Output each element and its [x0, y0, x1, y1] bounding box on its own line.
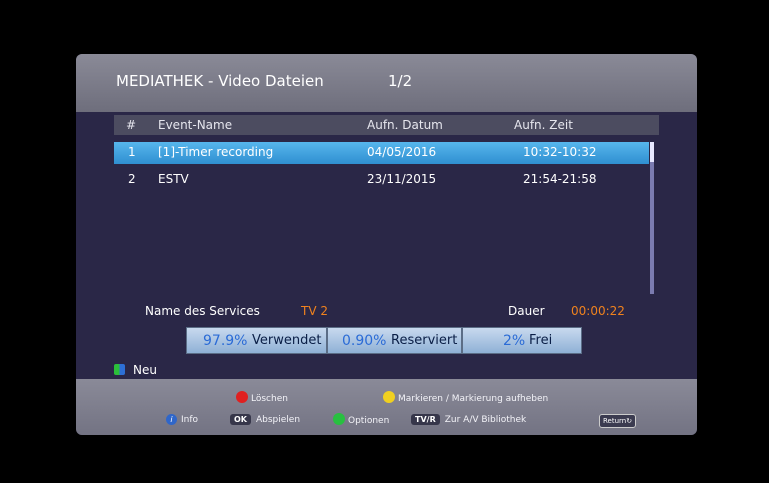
- free-percent: 2%: [503, 333, 526, 349]
- new-action[interactable]: Neu: [114, 363, 157, 377]
- col-date: Aufn. Datum: [367, 118, 443, 132]
- row-time: 10:32-10:32: [523, 145, 597, 159]
- green-button-icon: [333, 413, 345, 425]
- row-num: 2: [128, 172, 136, 186]
- row-date: 04/05/2016: [367, 145, 437, 159]
- reserved-percent: 0.90%: [342, 333, 387, 349]
- mark-hint[interactable]: Markieren / Markierung aufheben: [383, 391, 548, 404]
- return-key-label: Return: [603, 417, 627, 425]
- footer-bar: Löschen Markieren / Markierung aufheben …: [76, 379, 697, 435]
- row-num: 1: [128, 145, 136, 159]
- yellow-button-icon: [383, 391, 395, 403]
- new-label: Neu: [133, 363, 157, 377]
- delete-hint[interactable]: Löschen: [236, 391, 288, 404]
- table-row[interactable]: 1 [1]-Timer recording 04/05/2016 10:32-1…: [114, 142, 649, 164]
- used-percent: 97.9%: [203, 333, 248, 349]
- media-library-window: MEDIATHEK - Video Dateien 1/2 # Event-Na…: [76, 54, 697, 435]
- reserved-label: Reserviert: [391, 333, 458, 348]
- header-bar: MEDIATHEK - Video Dateien 1/2: [76, 54, 697, 112]
- info-label: Info: [181, 415, 199, 425]
- row-event-name: ESTV: [158, 172, 189, 186]
- tvr-key-icon: TV/R: [411, 414, 440, 425]
- library-label: Zur A/V Bibliothek: [444, 415, 527, 425]
- col-num: #: [126, 118, 137, 132]
- red-button-icon: [236, 391, 248, 403]
- free-label: Frei: [529, 333, 553, 348]
- duration-label: Dauer: [508, 304, 545, 318]
- duration-value: 00:00:22: [571, 304, 625, 318]
- return-key-icon: Return↻: [599, 414, 637, 428]
- col-event-name: Event-Name: [158, 118, 233, 132]
- mark-label: Markieren / Markierung aufheben: [398, 394, 549, 404]
- row-date: 23/11/2015: [367, 172, 437, 186]
- options-hint[interactable]: Optionen: [333, 413, 389, 426]
- storage-reserved: 0.90% Reserviert: [327, 327, 462, 354]
- storage-free: 2% Frei: [462, 327, 582, 354]
- color-keys-icon: [114, 364, 125, 375]
- delete-label: Löschen: [251, 394, 288, 404]
- info-icon: i: [166, 414, 177, 425]
- used-label: Verwendet: [252, 333, 322, 348]
- page-indicator: 1/2: [388, 72, 413, 90]
- row-event-name: [1]-Timer recording: [158, 145, 274, 159]
- library-hint[interactable]: TV/R Zur A/V Bibliothek: [411, 414, 526, 425]
- service-value: TV 2: [301, 304, 328, 318]
- scrollbar[interactable]: [650, 142, 654, 294]
- page-title: MEDIATHEK - Video Dateien: [116, 72, 324, 90]
- options-label: Optionen: [348, 416, 390, 426]
- storage-bar: 97.9% Verwendet 0.90% Reserviert 2% Frei: [186, 327, 582, 354]
- table-row[interactable]: 2 ESTV 23/11/2015 21:54-21:58: [114, 169, 649, 191]
- ok-key-icon: OK: [230, 414, 251, 425]
- scrollbar-thumb[interactable]: [650, 142, 654, 162]
- table-header: # Event-Name Aufn. Datum Aufn. Zeit: [114, 115, 659, 135]
- col-time: Aufn. Zeit: [514, 118, 573, 132]
- service-label: Name des Services: [145, 304, 260, 318]
- return-hint[interactable]: Return↻: [599, 414, 637, 428]
- row-time: 21:54-21:58: [523, 172, 597, 186]
- play-hint[interactable]: OK Abspielen: [230, 414, 300, 425]
- play-label: Abspielen: [256, 415, 301, 425]
- storage-used: 97.9% Verwendet: [186, 327, 327, 354]
- info-hint[interactable]: i Info: [166, 414, 198, 425]
